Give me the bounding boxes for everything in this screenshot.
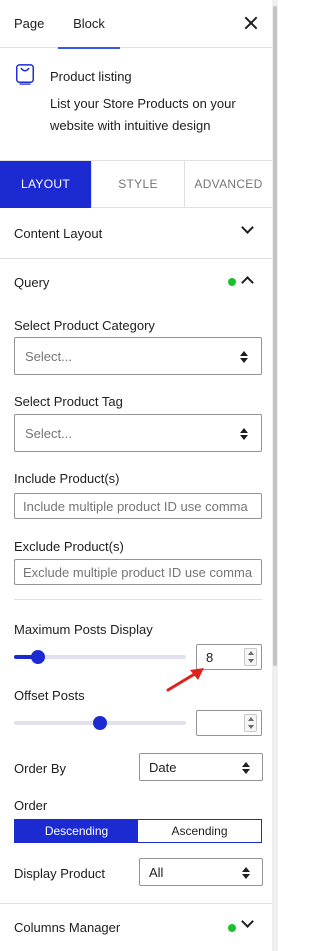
chevron-down-icon [241,221,254,234]
product-listing-icon [16,64,34,85]
order-by-select[interactable]: Date [139,753,263,781]
offset-slider[interactable] [14,713,186,733]
tag-label: Select Product Tag [14,394,123,409]
tab-style[interactable]: STYLE [91,161,184,208]
status-dot-icon [228,924,236,932]
section-title: Query [14,275,50,290]
tab-page[interactable]: Page [14,0,44,48]
block-settings-panel: Page Block Product listing List your Sto… [0,0,272,951]
exclude-label: Exclude Product(s) [14,539,124,554]
slider-thumb[interactable] [93,716,107,730]
status-dot-icon [228,278,236,286]
section-title: Columns Manager [14,920,121,935]
select-value: All [149,865,164,880]
select-arrows-icon [242,867,250,879]
tab-advanced[interactable]: ADVANCED [184,161,272,208]
select-value: Select... [25,349,72,364]
section-query[interactable]: Query [0,258,272,308]
tab-block[interactable]: Block [58,0,120,49]
annotation-arrow-icon [166,668,204,692]
select-arrows-icon [242,762,250,774]
section-title: Content Layout [14,226,103,241]
tag-select[interactable]: Select... [14,414,262,452]
offset-label: Offset Posts [14,688,85,703]
number-value: 8 [206,650,214,665]
settings-tabs: LAYOUT STYLE ADVANCED [0,160,272,208]
select-arrows-icon [240,351,248,363]
order-by-label: Order By [14,761,67,776]
block-description: List your Store Products on your website… [50,96,236,133]
section-columns-manager[interactable]: Columns Manager [0,903,272,951]
spinner-arrows-icon[interactable] [244,648,257,666]
exclude-products-input[interactable] [14,559,262,585]
chevron-down-icon [241,915,254,928]
category-select[interactable]: Select... [14,337,262,375]
select-value: Select... [25,426,72,441]
scrollbar[interactable] [272,0,278,951]
order-toggle-group: Descending Ascending [14,819,262,843]
section-content-layout[interactable]: Content Layout [0,209,272,259]
display-product-label: Display Product [14,866,106,881]
divider [14,599,262,600]
order-descending-button[interactable]: Descending [15,820,138,842]
select-arrows-icon [240,428,248,440]
offset-number-input[interactable] [196,710,262,736]
category-label: Select Product Category [14,318,155,333]
select-value: Date [149,760,177,775]
tab-layout[interactable]: LAYOUT [0,161,91,208]
order-ascending-button[interactable]: Ascending [138,820,261,842]
close-icon[interactable] [242,14,260,32]
include-products-input[interactable] [14,493,262,519]
include-label: Include Product(s) [14,471,120,486]
max-posts-label: Maximum Posts Display [14,622,153,637]
spinner-arrows-icon[interactable] [244,714,257,732]
scrollbar-thumb[interactable] [273,6,277,666]
max-posts-slider[interactable] [14,647,186,667]
display-product-select[interactable]: All [139,858,263,886]
block-title: Product listing [50,69,132,84]
order-label: Order [14,798,48,813]
slider-thumb[interactable] [31,650,45,664]
sidebar-header-tabs: Page Block [0,0,272,49]
chevron-up-icon [241,276,254,289]
